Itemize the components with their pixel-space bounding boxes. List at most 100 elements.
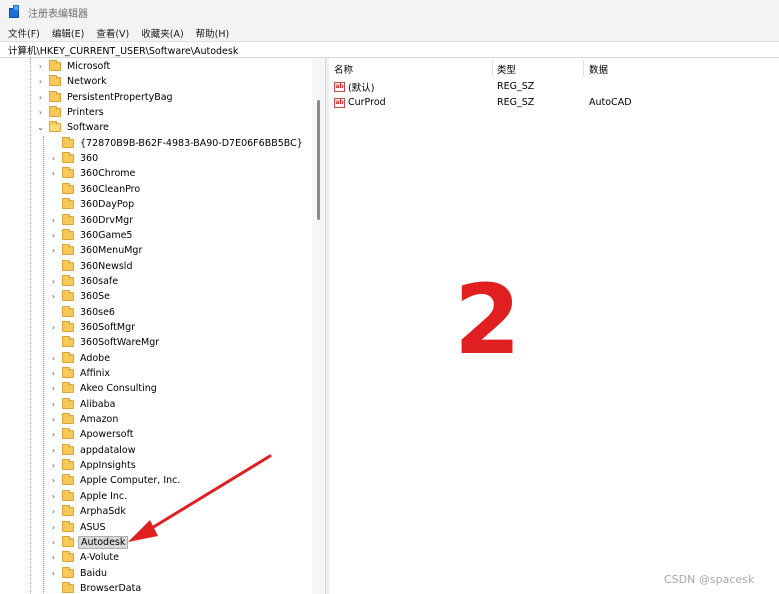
tree-item[interactable]: › ASUS (49, 520, 108, 535)
chevron-right-icon[interactable]: › (49, 277, 58, 286)
tree-item-label: 360DayPop (80, 199, 135, 211)
tree-item[interactable]: › 360Se (49, 289, 112, 304)
tree-item-label: 360MenuMgr (80, 245, 143, 257)
address-bar[interactable]: 计算机\HKEY_CURRENT_USER\Software\Autodesk (0, 41, 779, 58)
tree-item-label: Baidu (80, 567, 108, 579)
title-bar[interactable]: 注册表编辑器 (0, 0, 779, 24)
tree-item[interactable]: › 360safe (49, 274, 120, 289)
chevron-right-icon[interactable]: › (49, 246, 58, 255)
tree-item[interactable]: {72870B9B-B62F-4983-BA90-D7E06F6BB5BC} (49, 136, 305, 151)
tree-item-label: 360DrvMgr (80, 214, 134, 226)
folder-icon (62, 505, 74, 517)
value-row[interactable]: ab (默认) (334, 79, 374, 94)
chevron-right-icon[interactable]: › (49, 323, 58, 332)
tree-item[interactable]: › Baidu (49, 566, 109, 581)
folder-icon (49, 90, 61, 102)
tree-scrollbar-thumb[interactable] (317, 100, 320, 220)
column-separator[interactable] (583, 60, 584, 76)
tree-item[interactable]: 360SoftWareMgr (49, 335, 161, 350)
value-row[interactable]: ab CurProd (334, 95, 386, 110)
chevron-right-icon[interactable]: › (49, 523, 58, 532)
chevron-right-icon[interactable]: › (49, 492, 58, 501)
address-path: 计算机\HKEY_CURRENT_USER\Software\Autodesk (8, 45, 239, 57)
tree-item[interactable]: › Apple Inc. (49, 489, 129, 504)
tree-item[interactable]: › 360Chrome (49, 166, 137, 181)
tree-item[interactable]: › 360Game5 (49, 228, 134, 243)
tree-item[interactable]: › Adobe (49, 351, 112, 366)
chevron-right-icon[interactable]: › (49, 461, 58, 470)
menu-view[interactable]: 查看(V) (96, 26, 129, 40)
chevron-right-icon[interactable]: › (49, 354, 58, 363)
tree-item[interactable]: › Alibaba (49, 397, 117, 412)
tree-item[interactable]: › Microsoft (36, 59, 112, 74)
chevron-right-icon[interactable]: › (49, 384, 58, 393)
tree-item[interactable]: › Autodesk (49, 535, 129, 550)
tree-item[interactable]: › Amazon (49, 412, 120, 427)
tree-item-label: 360Chrome (80, 168, 136, 180)
menu-edit[interactable]: 编辑(E) (52, 26, 84, 40)
values-pane[interactable]: 名称 类型 数据 ab (默认) REG_SZ ab CurProd REG_S… (329, 58, 779, 594)
folder-icon (49, 121, 61, 133)
tree-item[interactable]: › 360 (49, 151, 100, 166)
tree-item[interactable]: › PersistentPropertyBag (36, 90, 175, 105)
tree-item-label: PersistentPropertyBag (67, 91, 173, 103)
tree-item[interactable]: BrowserData (49, 581, 143, 594)
tree-item-label: Affinix (80, 368, 110, 379)
chevron-right-icon[interactable]: › (49, 446, 58, 455)
tree-item[interactable]: › A-Volute (49, 550, 121, 565)
tree-item[interactable]: › 360SoftMgr (49, 320, 137, 335)
tree-item-label: ASUS (80, 521, 106, 533)
column-header-name[interactable]: 名称 (334, 62, 353, 76)
chevron-right-icon[interactable]: › (49, 216, 58, 225)
chevron-right-icon[interactable]: › (49, 231, 58, 240)
tree-item[interactable]: 360CleanPro (49, 182, 142, 197)
chevron-right-icon[interactable]: › (36, 108, 45, 117)
tree-item[interactable]: 360se6 (49, 305, 117, 320)
chevron-right-icon[interactable]: › (49, 169, 58, 178)
tree-item[interactable]: › Apowersoft (49, 427, 136, 442)
chevron-right-icon[interactable]: › (36, 77, 45, 86)
menu-help[interactable]: 帮助(H) (196, 26, 230, 40)
tree-item-label: 360Game5 (80, 229, 133, 241)
chevron-right-icon[interactable]: › (49, 430, 58, 439)
tree-item[interactable]: › Network (36, 74, 109, 89)
chevron-right-icon[interactable]: › (49, 507, 58, 516)
value-name: (默认) (348, 82, 375, 94)
tree-item[interactable]: › Printers (36, 105, 106, 120)
tree-item[interactable]: › Akeo Consulting (49, 381, 159, 396)
tree-item[interactable]: › 360MenuMgr (49, 243, 144, 258)
menu-file[interactable]: 文件(F) (8, 26, 40, 40)
chevron-right-icon[interactable]: › (49, 369, 58, 378)
chevron-right-icon[interactable]: › (49, 538, 58, 547)
folder-icon (62, 274, 74, 286)
tree-item[interactable]: › 360DrvMgr (49, 213, 135, 228)
tree-item[interactable]: › ArphaSdk (49, 504, 128, 519)
tree-item[interactable]: 360DayPop (49, 197, 136, 212)
tree-item-label: Software (67, 122, 109, 134)
folder-icon (62, 474, 74, 486)
tree-item[interactable]: ⌄ Software (36, 120, 111, 135)
chevron-right-icon[interactable]: › (49, 400, 58, 409)
chevron-right-icon[interactable]: › (49, 154, 58, 163)
chevron-right-icon[interactable]: › (36, 93, 45, 102)
chevron-right-icon[interactable]: › (49, 415, 58, 424)
folder-icon (62, 228, 74, 240)
chevron-right-icon[interactable]: › (49, 553, 58, 562)
menu-favorites[interactable]: 收藏夹(A) (141, 26, 183, 40)
folder-icon (62, 428, 74, 440)
folder-icon (62, 459, 74, 471)
chevron-down-icon[interactable]: ⌄ (36, 123, 45, 132)
chevron-right-icon[interactable]: › (36, 62, 45, 71)
tree-item[interactable]: 360Newsld (49, 259, 134, 274)
chevron-right-icon[interactable]: › (49, 569, 58, 578)
column-separator[interactable] (492, 60, 493, 76)
tree-item-label: Alibaba (80, 398, 116, 410)
folder-icon (62, 152, 74, 164)
chevron-right-icon (49, 185, 58, 194)
chevron-right-icon[interactable]: › (49, 476, 58, 485)
column-header-type[interactable]: 类型 (497, 62, 516, 76)
tree-item[interactable]: › Affinix (49, 366, 112, 381)
column-header-data[interactable]: 数据 (589, 62, 608, 76)
folder-icon (62, 566, 74, 578)
chevron-right-icon[interactable]: › (49, 292, 58, 301)
